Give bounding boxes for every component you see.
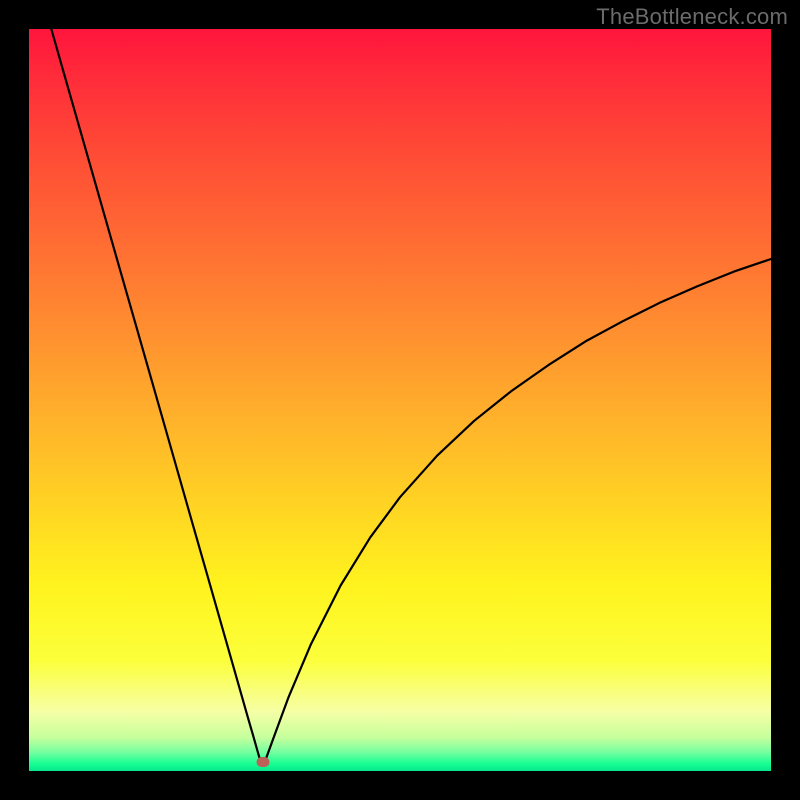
- chart-frame: TheBottleneck.com: [0, 0, 800, 800]
- plot-area: [29, 29, 771, 771]
- bottleneck-curve: [29, 29, 771, 771]
- curve-path: [51, 29, 771, 761]
- watermark-text: TheBottleneck.com: [596, 4, 788, 30]
- optimal-point-marker: [256, 757, 269, 767]
